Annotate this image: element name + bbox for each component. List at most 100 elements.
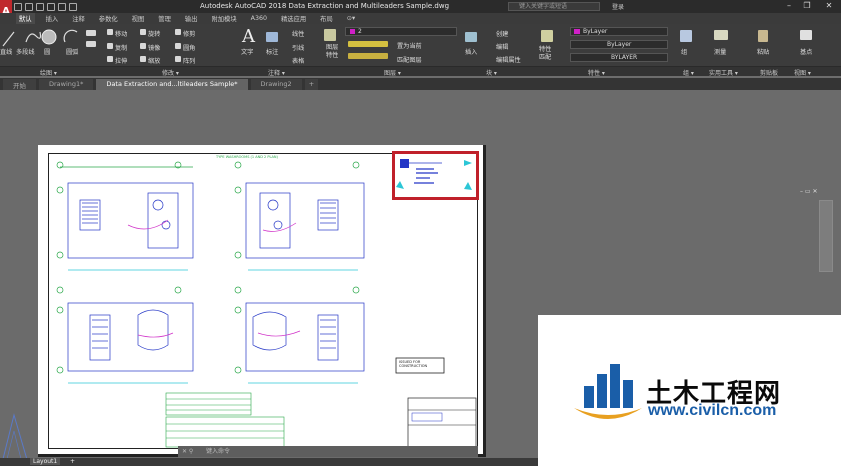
linetype-value: ByLayer — [607, 41, 632, 48]
new-tab-button[interactable]: + — [304, 79, 319, 90]
add-layout-button[interactable]: + — [70, 458, 75, 465]
panel-layers[interactable]: 图层 ▾ — [384, 68, 401, 77]
base-view-icon[interactable] — [800, 30, 812, 40]
edit-attributes-button[interactable]: 编辑属性 — [496, 55, 521, 64]
paste-icon[interactable] — [758, 30, 768, 42]
rotate-button[interactable]: 旋转 — [148, 29, 160, 38]
ribbon-tab-0[interactable]: 默认 — [16, 13, 35, 24]
ribbon-tab-9[interactable]: 精选应用 — [278, 13, 309, 24]
copy-button[interactable]: 复制 — [115, 43, 127, 52]
ribbon-tab-2[interactable]: 注释 — [69, 13, 88, 24]
linear-button[interactable]: 线性 — [292, 29, 304, 38]
ribbon-tab-6[interactable]: 输出 — [182, 13, 201, 24]
panel-clipboard[interactable]: 剪贴板 — [760, 68, 778, 77]
trim-button[interactable]: 修剪 — [183, 29, 195, 38]
match-properties-button[interactable]: 特性 匹配 — [539, 46, 551, 62]
polyline-button[interactable]: 多段线 — [16, 47, 35, 56]
ribbon-tab-5[interactable]: 管理 — [155, 13, 174, 24]
color-dropdown[interactable]: ByLayer — [570, 27, 668, 36]
circle-icon[interactable] — [40, 28, 58, 46]
close-icon[interactable]: ✕ — [822, 1, 836, 11]
match-layer-button[interactable]: 匹配图层 — [397, 55, 422, 64]
layer-properties-icon[interactable] — [324, 29, 336, 41]
panel-annotation[interactable]: 注释 ▾ — [268, 68, 285, 77]
leader-button[interactable]: 引线 — [292, 43, 304, 52]
line-button[interactable]: 直线 — [0, 47, 12, 56]
measure-button[interactable]: 测量 — [714, 47, 726, 56]
move-button[interactable]: 移动 — [115, 29, 127, 38]
layer-properties-button[interactable]: 图层 特性 — [326, 44, 338, 60]
edit-block-button[interactable]: 编辑 — [496, 42, 508, 51]
panel-view[interactable]: 视图 ▾ — [794, 68, 811, 77]
rectangle-icon[interactable] — [86, 30, 96, 36]
plan-title-label: TYPE WASHROOMS (1 AND 2 PLAN) — [216, 155, 278, 159]
command-input[interactable]: 键入命令 — [206, 448, 230, 455]
text-button[interactable]: 文字 — [241, 47, 253, 56]
ribbon-tab-1[interactable]: 插入 — [43, 13, 62, 24]
text-icon[interactable]: A — [242, 26, 255, 47]
measure-icon[interactable] — [714, 30, 728, 40]
mirror-button[interactable]: 镜像 — [148, 43, 160, 52]
undo-icon[interactable] — [58, 2, 66, 11]
login-button[interactable]: 登录 — [612, 2, 624, 11]
array-button[interactable]: 阵列 — [183, 56, 195, 65]
panel-draw[interactable]: 绘图 ▾ — [40, 68, 57, 77]
watermark-url: www.civilcn.com — [648, 402, 777, 419]
scale-icon — [140, 56, 146, 62]
ribbon-tab-7[interactable]: 附加模块 — [208, 13, 239, 24]
ribbon-tab-10[interactable]: 布局 — [317, 13, 336, 24]
layer-tools-icons-2[interactable] — [348, 53, 388, 59]
paste-button[interactable]: 粘贴 — [757, 47, 769, 56]
arc-icon[interactable] — [62, 28, 80, 46]
scale-button[interactable]: 缩放 — [148, 56, 160, 65]
table-button[interactable]: 表格 — [292, 56, 304, 65]
ribbon-tabs: 默认 插入 注释 参数化 视图 管理 输出 附加模块 A360 精选应用 布局 ⊙▾ — [0, 13, 841, 24]
stretch-button[interactable]: 拉伸 — [115, 56, 127, 65]
arc-button[interactable]: 圆弧 — [66, 47, 78, 56]
redo-icon[interactable] — [69, 2, 77, 11]
search-input[interactable]: 键入关键字或短语 — [508, 2, 600, 11]
doc-tab-active-drawing[interactable]: Data Extraction and...ltileaders Sample* — [96, 79, 248, 90]
save-icon[interactable] — [25, 2, 33, 11]
open-file-icon[interactable] — [14, 2, 22, 11]
ribbon-tab-3[interactable]: 参数化 — [96, 13, 121, 24]
match-properties-icon[interactable] — [541, 30, 553, 42]
group-icon[interactable] — [680, 30, 692, 42]
insert-icon[interactable] — [465, 32, 477, 42]
doc-tab-drawing1[interactable]: Drawing1* — [39, 79, 94, 90]
array-icon — [175, 56, 181, 62]
navigation-bar[interactable] — [819, 200, 833, 272]
fillet-button[interactable]: 圆角 — [183, 43, 195, 52]
stretch-icon — [107, 56, 113, 62]
ribbon-tab-8[interactable]: A360 — [248, 14, 270, 23]
doc-tab-drawing2[interactable]: Drawing2 — [250, 79, 302, 90]
linetype-dropdown[interactable]: ByLayer — [570, 40, 668, 49]
ribbon-tab-4[interactable]: 视图 — [129, 13, 148, 24]
plot-icon[interactable] — [47, 2, 55, 11]
group-button[interactable]: 组 — [681, 47, 687, 56]
panel-utilities[interactable]: 实用工具 ▾ — [709, 68, 738, 77]
doc-tab-start[interactable]: 开始 — [3, 79, 36, 90]
panel-properties[interactable]: 特性 ▾ — [588, 68, 605, 77]
ribbon-tab-11[interactable]: ⊙▾ — [344, 14, 358, 23]
insert-button[interactable]: 插入 — [465, 47, 477, 56]
command-line[interactable]: ✕ ⚲ 键入命令 — [178, 446, 478, 457]
create-block-button[interactable]: 创建 — [496, 29, 508, 38]
layer-dropdown[interactable]: 2 — [345, 27, 457, 36]
lineweight-dropdown[interactable]: BYLAYER — [570, 53, 668, 62]
layer-tools-icons[interactable] — [348, 41, 388, 47]
layout-tab-layout1[interactable]: Layout1 — [30, 458, 61, 465]
dimension-button[interactable]: 标注 — [266, 47, 278, 56]
panel-modify[interactable]: 修改 ▾ — [162, 68, 179, 77]
panel-block[interactable]: 块 ▾ — [486, 68, 497, 77]
panel-groups[interactable]: 组 ▾ — [683, 68, 694, 77]
minimize-icon[interactable]: – — [782, 1, 796, 11]
save-as-icon[interactable] — [36, 2, 44, 11]
base-view-button[interactable]: 基点 — [800, 47, 812, 56]
restore-icon[interactable]: ❐ — [800, 1, 814, 11]
circle-button[interactable]: 圆 — [44, 47, 50, 56]
dimension-icon[interactable] — [266, 32, 278, 42]
make-current-button[interactable]: 置为当前 — [397, 41, 422, 50]
viewport-controls[interactable]: – ▭ ✕ — [800, 188, 818, 195]
hatch-icon[interactable] — [86, 41, 96, 47]
